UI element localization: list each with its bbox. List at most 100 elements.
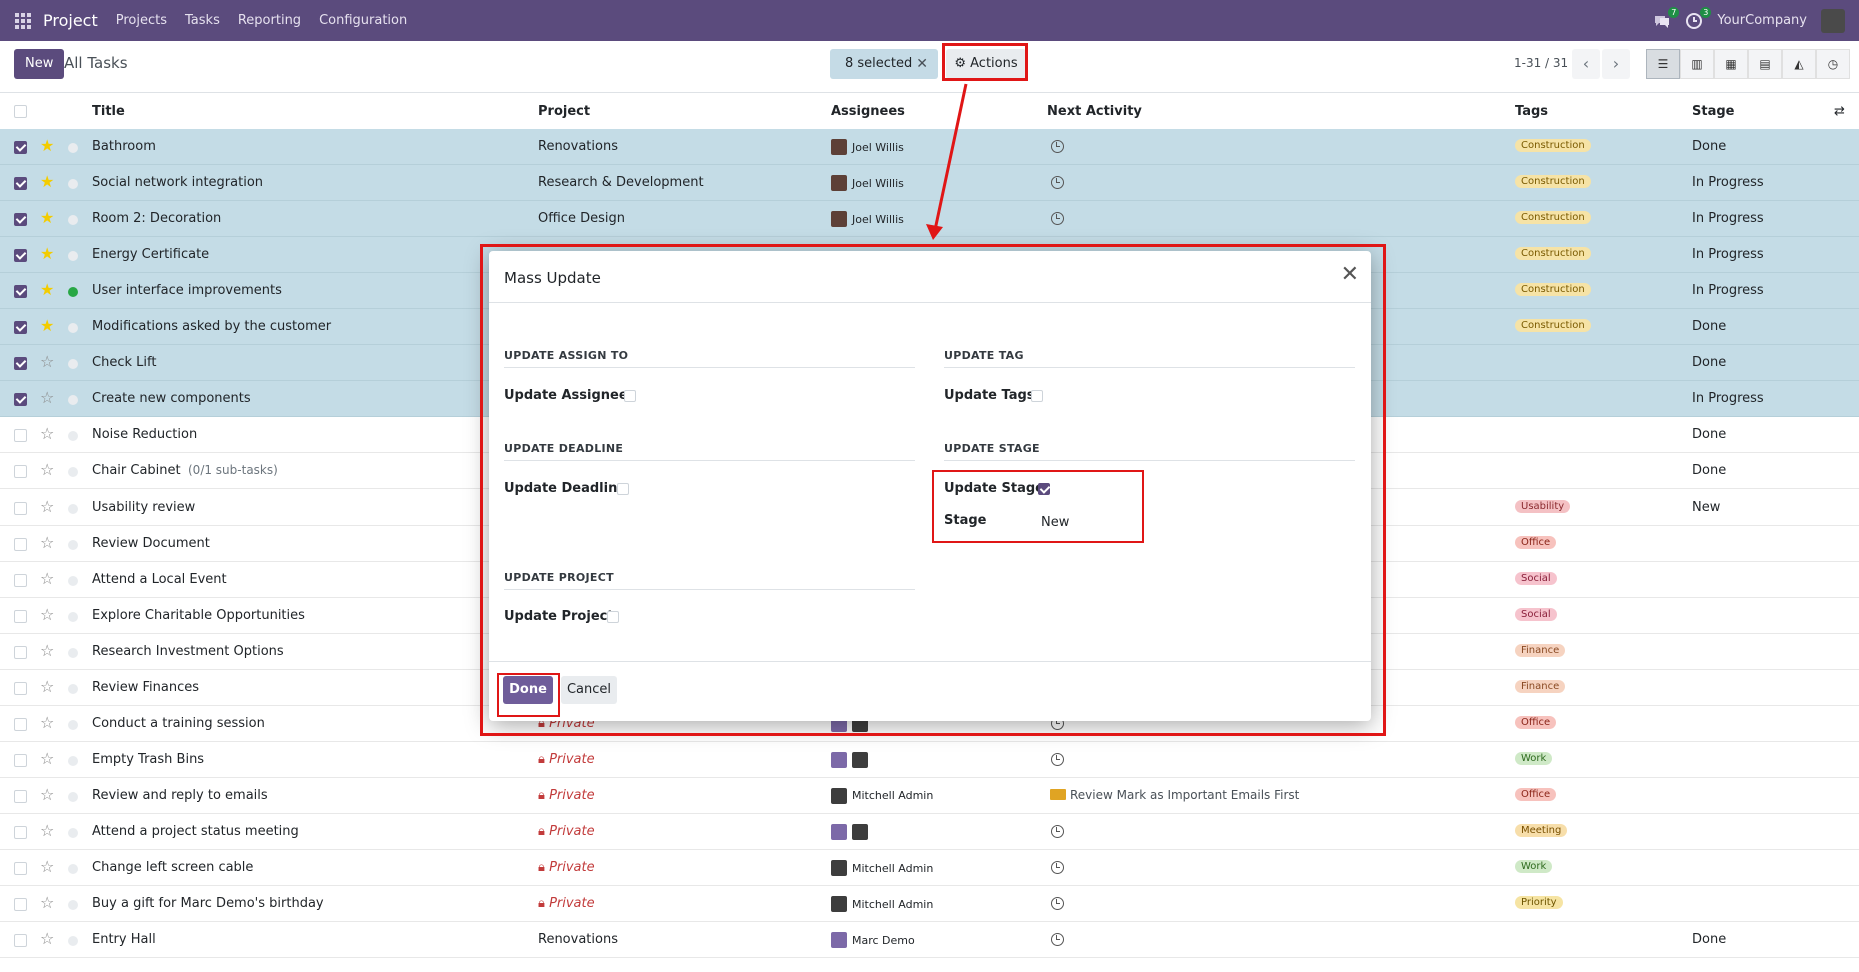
priority-star-icon[interactable]: ★ bbox=[40, 208, 54, 227]
kanban-state-dot[interactable] bbox=[68, 647, 78, 658]
priority-star-icon[interactable]: ☆ bbox=[40, 460, 54, 479]
row-checkbox[interactable] bbox=[14, 177, 27, 191]
priority-star-icon[interactable]: ☆ bbox=[40, 677, 54, 696]
priority-star-icon[interactable]: ★ bbox=[40, 244, 54, 263]
row-checkbox[interactable] bbox=[14, 753, 27, 767]
column-settings-icon[interactable]: ⇄ bbox=[1834, 104, 1845, 119]
priority-star-icon[interactable]: ☆ bbox=[40, 605, 54, 624]
column-project[interactable]: Project bbox=[538, 104, 590, 119]
priority-star-icon[interactable]: ☆ bbox=[40, 929, 54, 948]
row-checkbox[interactable] bbox=[14, 465, 27, 479]
clock-icon[interactable] bbox=[1051, 212, 1064, 226]
kanban-state-dot[interactable] bbox=[68, 395, 78, 406]
clock-icon[interactable] bbox=[1051, 824, 1064, 838]
kanban-state-dot[interactable] bbox=[68, 827, 78, 838]
kanban-state-dot[interactable] bbox=[68, 215, 78, 226]
row-checkbox[interactable] bbox=[14, 321, 27, 335]
kanban-view-icon[interactable]: ▥ bbox=[1680, 49, 1714, 79]
table-row[interactable]: ★ Social network integration Research & De… bbox=[0, 165, 1859, 202]
kanban-state-dot[interactable] bbox=[68, 143, 78, 153]
kanban-state-dot[interactable] bbox=[68, 431, 78, 442]
row-checkbox[interactable] bbox=[14, 501, 27, 515]
table-row[interactable]: ☆ Change left screen cable 🔒︎ Private Mitch… bbox=[0, 850, 1859, 886]
row-checkbox[interactable] bbox=[14, 789, 27, 803]
row-checkbox[interactable] bbox=[14, 681, 27, 695]
kanban-state-dot[interactable] bbox=[68, 359, 78, 370]
menu-reporting[interactable]: Reporting bbox=[238, 13, 301, 28]
kanban-state-dot[interactable] bbox=[68, 503, 78, 514]
priority-star-icon[interactable]: ☆ bbox=[40, 785, 54, 804]
row-checkbox[interactable] bbox=[14, 862, 27, 875]
chat-icon[interactable]: 7 bbox=[1653, 6, 1680, 30]
row-checkbox[interactable] bbox=[14, 393, 27, 407]
row-checkbox[interactable] bbox=[14, 141, 27, 154]
column-assignees[interactable]: Assignees bbox=[831, 104, 905, 119]
kanban-state-dot[interactable] bbox=[68, 539, 78, 550]
row-checkbox[interactable] bbox=[14, 934, 27, 948]
clock-icon[interactable] bbox=[1051, 933, 1064, 947]
priority-star-icon[interactable]: ☆ bbox=[40, 893, 54, 912]
calendar-view-icon[interactable]: ▦ bbox=[1714, 49, 1748, 79]
table-row[interactable]: ☆ Buy a gift for Marc Demo's birthday 🔒︎ P… bbox=[0, 886, 1859, 923]
activity-view-icon[interactable]: ◷ bbox=[1816, 49, 1850, 79]
row-checkbox[interactable] bbox=[14, 898, 27, 912]
row-checkbox[interactable] bbox=[14, 249, 27, 263]
menu-configuration[interactable]: Configuration bbox=[319, 13, 407, 28]
table-row[interactable]: ☆ Attend a project status meeting 🔒︎ Priva… bbox=[0, 814, 1859, 850]
priority-star-icon[interactable]: ☆ bbox=[40, 533, 54, 552]
kanban-state-dot[interactable] bbox=[68, 755, 78, 766]
row-checkbox[interactable] bbox=[14, 825, 27, 839]
apps-menu-icon[interactable] bbox=[15, 12, 31, 29]
menu-projects[interactable]: Projects bbox=[116, 13, 167, 28]
kanban-state-dot[interactable] bbox=[68, 611, 78, 622]
new-button[interactable]: New bbox=[14, 49, 65, 79]
app-brand[interactable]: Project bbox=[43, 11, 98, 30]
row-checkbox[interactable] bbox=[14, 645, 27, 659]
clock-icon[interactable] bbox=[1051, 176, 1064, 190]
next-activity[interactable]: Review Mark as Important Emails First bbox=[1050, 788, 1299, 802]
column-stage[interactable]: Stage bbox=[1692, 104, 1734, 119]
priority-star-icon[interactable]: ☆ bbox=[40, 352, 54, 371]
kanban-state-dot[interactable] bbox=[68, 683, 78, 694]
clock-icon[interactable] bbox=[1051, 897, 1064, 911]
row-checkbox[interactable] bbox=[14, 573, 27, 587]
priority-star-icon[interactable]: ★ bbox=[40, 316, 54, 335]
kanban-state-dot[interactable] bbox=[68, 719, 78, 730]
row-checkbox[interactable] bbox=[14, 357, 27, 371]
table-row[interactable]: ☆ Entry Hall Renovations Marc Demo Done bbox=[0, 922, 1859, 959]
select-all-checkbox[interactable] bbox=[14, 105, 27, 118]
pivot-view-icon[interactable]: ▤ bbox=[1748, 49, 1782, 79]
company-switcher[interactable]: YourCompany bbox=[1717, 13, 1807, 28]
activity-clock-icon[interactable]: 3 bbox=[1685, 6, 1712, 30]
column-next-activity[interactable]: Next Activity bbox=[1047, 104, 1142, 119]
priority-star-icon[interactable]: ☆ bbox=[40, 857, 54, 876]
table-row[interactable]: ☆ Review and reply to emails 🔒︎ Private Mit… bbox=[0, 778, 1859, 814]
table-row[interactable]: ★ Room 2: Decoration Office Design Joel Wil… bbox=[0, 201, 1859, 238]
row-checkbox[interactable] bbox=[14, 717, 27, 731]
clock-icon[interactable] bbox=[1051, 861, 1064, 874]
clock-icon[interactable] bbox=[1051, 752, 1064, 766]
priority-star-icon[interactable]: ☆ bbox=[40, 388, 54, 407]
priority-star-icon[interactable]: ☆ bbox=[40, 424, 54, 443]
row-checkbox[interactable] bbox=[14, 285, 27, 299]
user-avatar[interactable] bbox=[1821, 8, 1845, 33]
row-checkbox[interactable] bbox=[14, 213, 27, 227]
priority-star-icon[interactable]: ★ bbox=[40, 172, 54, 191]
clear-selection-icon[interactable]: ✕ bbox=[916, 49, 928, 79]
clock-icon[interactable] bbox=[1051, 140, 1064, 153]
kanban-state-dot[interactable] bbox=[68, 323, 78, 334]
priority-star-icon[interactable]: ★ bbox=[40, 136, 54, 155]
kanban-state-dot[interactable] bbox=[68, 251, 78, 262]
priority-star-icon[interactable]: ☆ bbox=[40, 713, 54, 732]
table-row[interactable]: ☆ Empty Trash Bins 🔒︎ Private Work bbox=[0, 742, 1859, 778]
priority-star-icon[interactable]: ☆ bbox=[40, 749, 54, 768]
kanban-state-dot[interactable] bbox=[68, 467, 78, 478]
pager-next-icon[interactable]: › bbox=[1602, 49, 1630, 79]
priority-star-icon[interactable]: ☆ bbox=[40, 497, 54, 516]
priority-star-icon[interactable]: ☆ bbox=[40, 821, 54, 840]
row-checkbox[interactable] bbox=[14, 609, 27, 623]
graph-view-icon[interactable]: ◭ bbox=[1782, 49, 1816, 79]
pager-previous-icon[interactable]: ‹ bbox=[1572, 49, 1600, 79]
priority-star-icon[interactable]: ☆ bbox=[40, 569, 54, 588]
kanban-state-dot[interactable] bbox=[68, 900, 78, 911]
